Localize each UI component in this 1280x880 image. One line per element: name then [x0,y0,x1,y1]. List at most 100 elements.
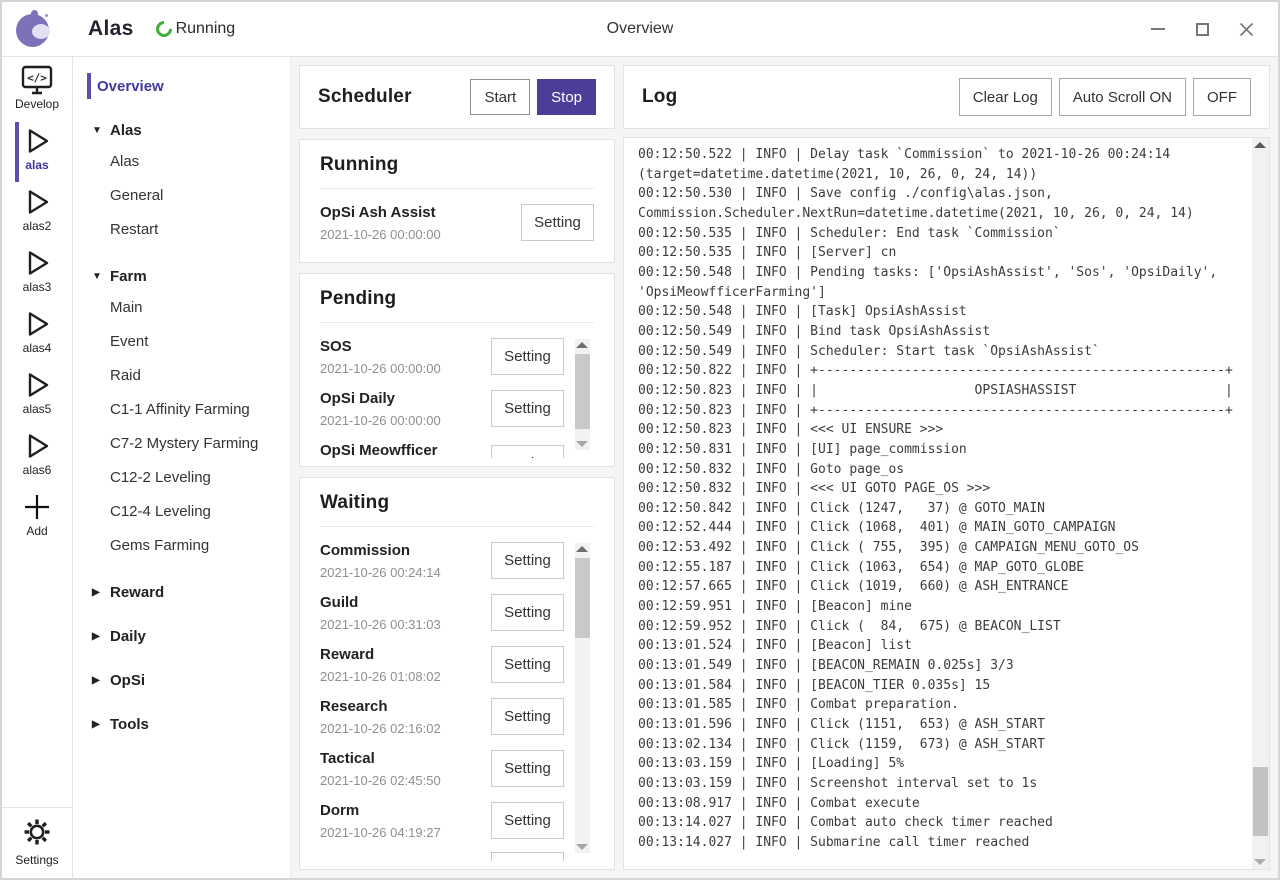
log-line: 00:13:14.027 | INFO | Combat auto check … [638,813,1223,833]
pending-scrollbar[interactable] [575,339,590,450]
play-icon [20,369,54,401]
menu-item-c1-1-affinity-farming[interactable]: C1-1 Affinity Farming [73,393,290,427]
rail-item-add[interactable]: Add [15,491,59,547]
log-line: 00:12:50.535 | INFO | [Server] cn [638,243,1223,263]
titlebar: Alas Running Overview [2,2,1278,57]
rail-item-alas[interactable]: alas [15,125,59,181]
menu-section-reward[interactable]: ▶Reward [73,577,290,607]
rail-item-alas3[interactable]: alas3 [15,247,59,303]
setting-button[interactable]: Setting [521,204,594,241]
scroll-down-icon[interactable] [576,441,588,447]
menu-item-alas[interactable]: Alas [73,145,290,179]
menu-section-farm[interactable]: ▼Farm [73,261,290,291]
minimize-button[interactable] [1150,21,1166,37]
pending-title: Pending [320,288,594,323]
menu-section-opsi[interactable]: ▶OpSi [73,665,290,695]
menu-section-alas[interactable]: ▼Alas [73,115,290,145]
menu-section-label: OpSi [110,672,145,689]
close-button[interactable] [1238,21,1254,37]
menu-item-c12-4-leveling[interactable]: C12-4 Leveling [73,495,290,529]
menu-item-main[interactable]: Main [73,291,290,325]
task-time: 2021-10-26 01:08:02 [320,669,483,684]
menu-item-event[interactable]: Event [73,325,290,359]
log-title: Log [642,86,959,108]
scroll-up-icon[interactable] [1254,142,1266,148]
rail-item-label: alas2 [23,219,52,233]
stop-button[interactable]: Stop [537,79,596,115]
pending-card: Pending SOS2021-10-26 00:00:00SettingOpS… [299,273,615,467]
log-line: 00:12:50.823 | INFO | +-----------------… [638,401,1223,421]
scroll-down-icon[interactable] [576,844,588,850]
setting-button[interactable]: Setting [491,338,564,375]
scheduler-card: Scheduler Start Stop [299,65,615,129]
triangle-down-icon: ▼ [92,125,110,136]
log-line: 00:13:01.596 | INFO | Click (1151, 653) … [638,715,1223,735]
rail-items: </>Develop alas alas2 alas3 alas4 alas5 alas6 A… [15,64,59,552]
scrollbar-thumb[interactable] [1253,767,1268,836]
log-line: 00:13:08.917 | INFO | Combat execute [638,794,1223,814]
log-line: 00:12:50.842 | INFO | Click (1247, 37) @… [638,499,1223,519]
setting-button[interactable]: Setting [491,802,564,839]
task-time: 2021-10-26 00:24:14 [320,565,483,580]
log-line: 00:12:50.530 | INFO | Save config ./conf… [638,184,1223,204]
log-line: 00:12:50.823 | INFO | <<< UI ENSURE >>> [638,420,1223,440]
scroll-up-icon[interactable] [576,342,588,348]
active-indicator-bar [87,73,91,99]
setting-button[interactable]: Setting [491,852,564,861]
log-scrollbar[interactable] [1252,138,1269,869]
waiting-scrollbar[interactable] [575,543,590,853]
rail-item-alas5[interactable]: alas5 [15,369,59,425]
task-name: Tactical [320,748,483,769]
log-line: 00:12:50.548 | INFO | [Task] OpsiAshAssi… [638,302,1223,322]
rail-item-alas2[interactable]: alas2 [15,186,59,242]
menu-item-c12-2-leveling[interactable]: C12-2 Leveling [73,461,290,495]
scrollbar-thumb[interactable] [575,558,590,638]
auto-scroll-off-button[interactable]: OFF [1193,78,1251,116]
rail-item-alas4[interactable]: alas4 [15,308,59,364]
log-panel[interactable]: 00:12:50.522 | INFO | Delay task `Commis… [623,137,1270,870]
task-name: Dorm [320,800,483,821]
menu-section-daily[interactable]: ▶Daily [73,621,290,651]
setting-button[interactable]: Setting [491,390,564,427]
clear-log-button[interactable]: Clear Log [959,78,1052,116]
setting-button[interactable]: Setting [491,698,564,735]
menu-section-label: Daily [110,628,146,645]
task-info: Guild2021-10-26 00:31:03 [320,592,491,632]
menu-section-tools[interactable]: ▶Tools [73,709,290,739]
maximize-button[interactable] [1194,21,1210,37]
log-line: 'OpsiMeowfficerFarming'] [638,283,1223,303]
rail-item-label: alas3 [23,280,52,294]
running-task-list: OpSi Ash Assist2021-10-26 00:00:00Settin… [320,189,594,254]
log-line: 00:12:59.952 | INFO | Click ( 84, 675) @… [638,617,1223,637]
rail-item-alas6[interactable]: alas6 [15,430,59,486]
running-card: Running OpSi Ash Assist2021-10-26 00:00:… [299,139,615,263]
menu-item-general[interactable]: General [73,179,290,213]
setting-button[interactable]: Setting [491,445,564,459]
scheduler-title: Scheduler [318,86,470,108]
setting-button[interactable]: Setting [491,542,564,579]
menu-item-restart[interactable]: Restart [73,213,290,247]
menu-section-label: Tools [110,716,149,733]
scroll-up-icon[interactable] [576,546,588,552]
menu-item-overview[interactable]: Overview [73,71,290,101]
rail-item-label: alas4 [23,341,52,355]
setting-button[interactable]: Setting [491,750,564,787]
menu-item-c7-2-mystery-farming[interactable]: C7-2 Mystery Farming [73,427,290,461]
setting-button[interactable]: Setting [491,594,564,631]
log-header-card: Log Clear Log Auto Scroll ON OFF [623,65,1270,129]
auto-scroll-on-button[interactable]: Auto Scroll ON [1059,78,1186,116]
start-button[interactable]: Start [470,79,530,115]
settings-button[interactable]: Settings [2,807,72,878]
setting-button[interactable]: Setting [491,646,564,683]
app-body: </>Develop alas alas2 alas3 alas4 alas5 alas6 A… [2,57,1278,878]
scrollbar-thumb[interactable] [575,354,590,429]
rail-item-develop[interactable]: </>Develop [15,64,59,120]
window-controls [1150,21,1278,37]
menu-item-raid[interactable]: Raid [73,359,290,393]
menu-sections: ▼AlasAlasGeneralRestart ▼FarmMainEventRai… [73,115,290,739]
scroll-down-icon[interactable] [1254,859,1266,865]
menu-item-gems-farming[interactable]: Gems Farming [73,529,290,563]
log-line: 00:12:50.549 | INFO | Bind task OpsiAshA… [638,322,1223,342]
log-line: 00:12:50.832 | INFO | <<< UI GOTO PAGE_O… [638,479,1223,499]
task-row: Dorm2021-10-26 04:19:27Setting [320,800,564,840]
